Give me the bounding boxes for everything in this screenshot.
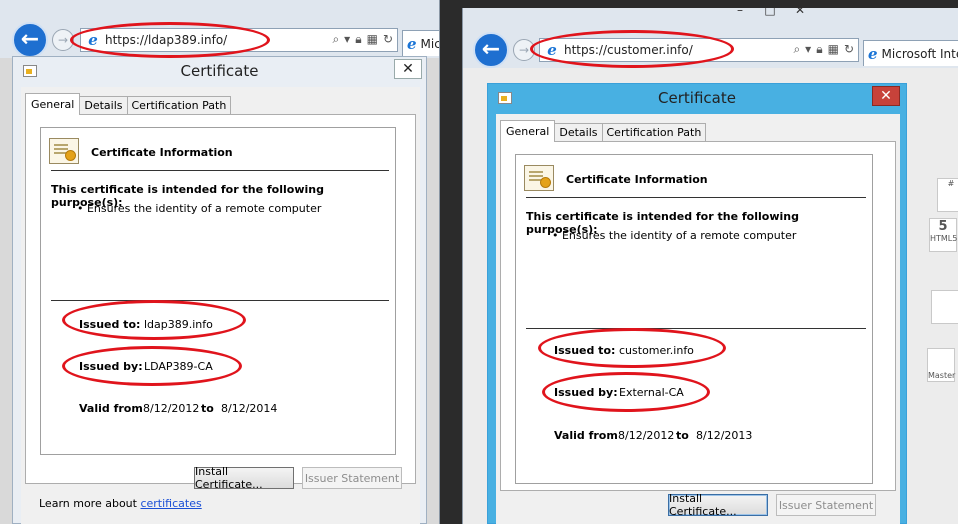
back-button[interactable]: ← (12, 22, 48, 58)
address-url: https://customer.info/ (564, 43, 693, 57)
master-file-icon: Master (927, 348, 955, 382)
valid-from-value: 8/12/2012 (143, 402, 200, 415)
valid-to-value: 8/12/2014 (221, 402, 278, 415)
refresh-icon[interactable]: ↻ (844, 42, 854, 57)
issued-by-value: LDAP389-CA (144, 360, 213, 373)
dialog-body: General Details Certification Path Certi… (496, 114, 900, 524)
internet-explorer-icon: e (88, 31, 98, 49)
dialog-tabs: General Details Certification Path (500, 120, 707, 142)
certificate-icon (49, 138, 79, 164)
purpose-item: • Ensures the identity of a remote compu… (552, 229, 797, 242)
tab-certification-path[interactable]: Certification Path (601, 123, 707, 141)
certificates-link[interactable]: certificates (140, 497, 201, 510)
tab-details[interactable]: Details (554, 123, 603, 141)
valid-to-value: 8/12/2013 (696, 429, 753, 442)
divider (526, 328, 866, 329)
general-panel: Certificate Information This certificate… (500, 141, 896, 491)
tab-details[interactable]: Details (79, 96, 128, 114)
forward-arrow-icon: → (518, 43, 530, 57)
back-arrow-icon: ← (20, 27, 40, 52)
dialog-title: Certificate (658, 89, 736, 107)
tab-general[interactable]: General (25, 93, 81, 115)
valid-to-label: to (676, 429, 689, 442)
issued-by-label: Issued by: (554, 386, 618, 399)
purpose-item: • Ensures the identity of a remote compu… (77, 202, 322, 215)
close-icon[interactable]: ✕ (872, 86, 900, 106)
valid-from-label: Valid from (554, 429, 618, 442)
certificate-info-box: Certificate Information This certificate… (515, 154, 873, 484)
close-window-icon[interactable]: ✕ (785, 8, 815, 18)
valid-from-value: 8/12/2012 (618, 429, 675, 442)
compat-icon[interactable]: ▦ (828, 42, 839, 57)
cert-heading: Certificate Information (566, 173, 708, 186)
internet-explorer-icon: e (868, 44, 878, 63)
issued-to-value: customer.info (619, 344, 694, 357)
certificate-dialog-right: Certificate ✕ General Details Certificat… (487, 83, 907, 524)
refresh-icon[interactable]: ↻ (383, 32, 393, 47)
lock-icon[interactable]: 🔒︎ (355, 32, 361, 47)
internet-explorer-icon: e (547, 41, 557, 59)
back-button[interactable]: ← (473, 32, 509, 68)
close-icon[interactable]: ✕ (394, 59, 422, 79)
file-icon (931, 290, 958, 324)
compat-icon[interactable]: ▦ (367, 32, 378, 47)
divider (526, 197, 866, 198)
general-panel: Certificate Information This certificate… (25, 114, 416, 484)
browser-tab[interactable]: e Micros (402, 30, 440, 56)
dialog-tabs: General Details Certification Path (25, 93, 232, 115)
dialog-body: General Details Certification Path Certi… (21, 87, 420, 524)
divider (51, 170, 389, 171)
tab-general[interactable]: General (500, 120, 556, 142)
html5-file-icon: 5 HTML5 (929, 218, 957, 252)
issued-to-value: ldap389.info (144, 318, 213, 331)
tab-certification-path[interactable]: Certification Path (126, 96, 232, 114)
issuer-statement-button[interactable]: Issuer Statement (302, 467, 402, 489)
cert-heading: Certificate Information (91, 146, 233, 159)
address-url: https://ldap389.info/ (105, 33, 228, 47)
valid-to-label: to (201, 402, 214, 415)
divider (51, 300, 389, 301)
back-arrow-icon: ← (481, 37, 501, 62)
file-icon: # (937, 178, 958, 212)
search-icon[interactable]: ⌕ (793, 42, 800, 57)
internet-explorer-icon: e (407, 34, 417, 53)
maximize-icon[interactable]: □ (755, 8, 785, 18)
dropdown-icon[interactable]: ▾ (344, 32, 350, 47)
certificate-dialog-left: Certificate ✕ General Details Certificat… (12, 56, 427, 524)
dialog-title: Certificate (180, 62, 259, 80)
issued-to-label: Issued to: (79, 318, 141, 331)
issued-by-label: Issued by: (79, 360, 143, 373)
install-certificate-button[interactable]: Install Certificate... (668, 492, 768, 518)
install-certificate-button[interactable]: Install Certificate... (194, 465, 294, 491)
browser-tab-label: Microsoft Inte (881, 46, 958, 61)
minimize-icon[interactable]: – (725, 8, 755, 18)
certificate-icon (524, 165, 554, 191)
forward-button[interactable]: → (52, 29, 74, 51)
learn-more-text: Learn more about certificates (39, 497, 202, 510)
dropdown-icon[interactable]: ▾ (805, 42, 811, 57)
browser-tab[interactable]: e Microsoft Inte (863, 40, 958, 66)
search-icon[interactable]: ⌕ (332, 32, 339, 47)
issuer-statement-button[interactable]: Issuer Statement (776, 494, 876, 516)
issued-to-label: Issued to: (554, 344, 616, 357)
address-bar[interactable]: e https://customer.info/ ⌕ ▾ 🔒︎ ▦ ↻ (539, 38, 859, 62)
browser-tab-label: Micros (420, 36, 440, 51)
forward-arrow-icon: → (57, 33, 69, 47)
forward-button[interactable]: → (513, 39, 535, 61)
issued-by-value: External-CA (619, 386, 684, 399)
valid-from-label: Valid from (79, 402, 143, 415)
address-bar[interactable]: e https://ldap389.info/ ⌕ ▾ 🔒︎ ▦ ↻ (80, 28, 398, 52)
lock-icon[interactable]: 🔒︎ (816, 42, 822, 57)
certificate-info-box: Certificate Information This certificate… (40, 127, 396, 455)
